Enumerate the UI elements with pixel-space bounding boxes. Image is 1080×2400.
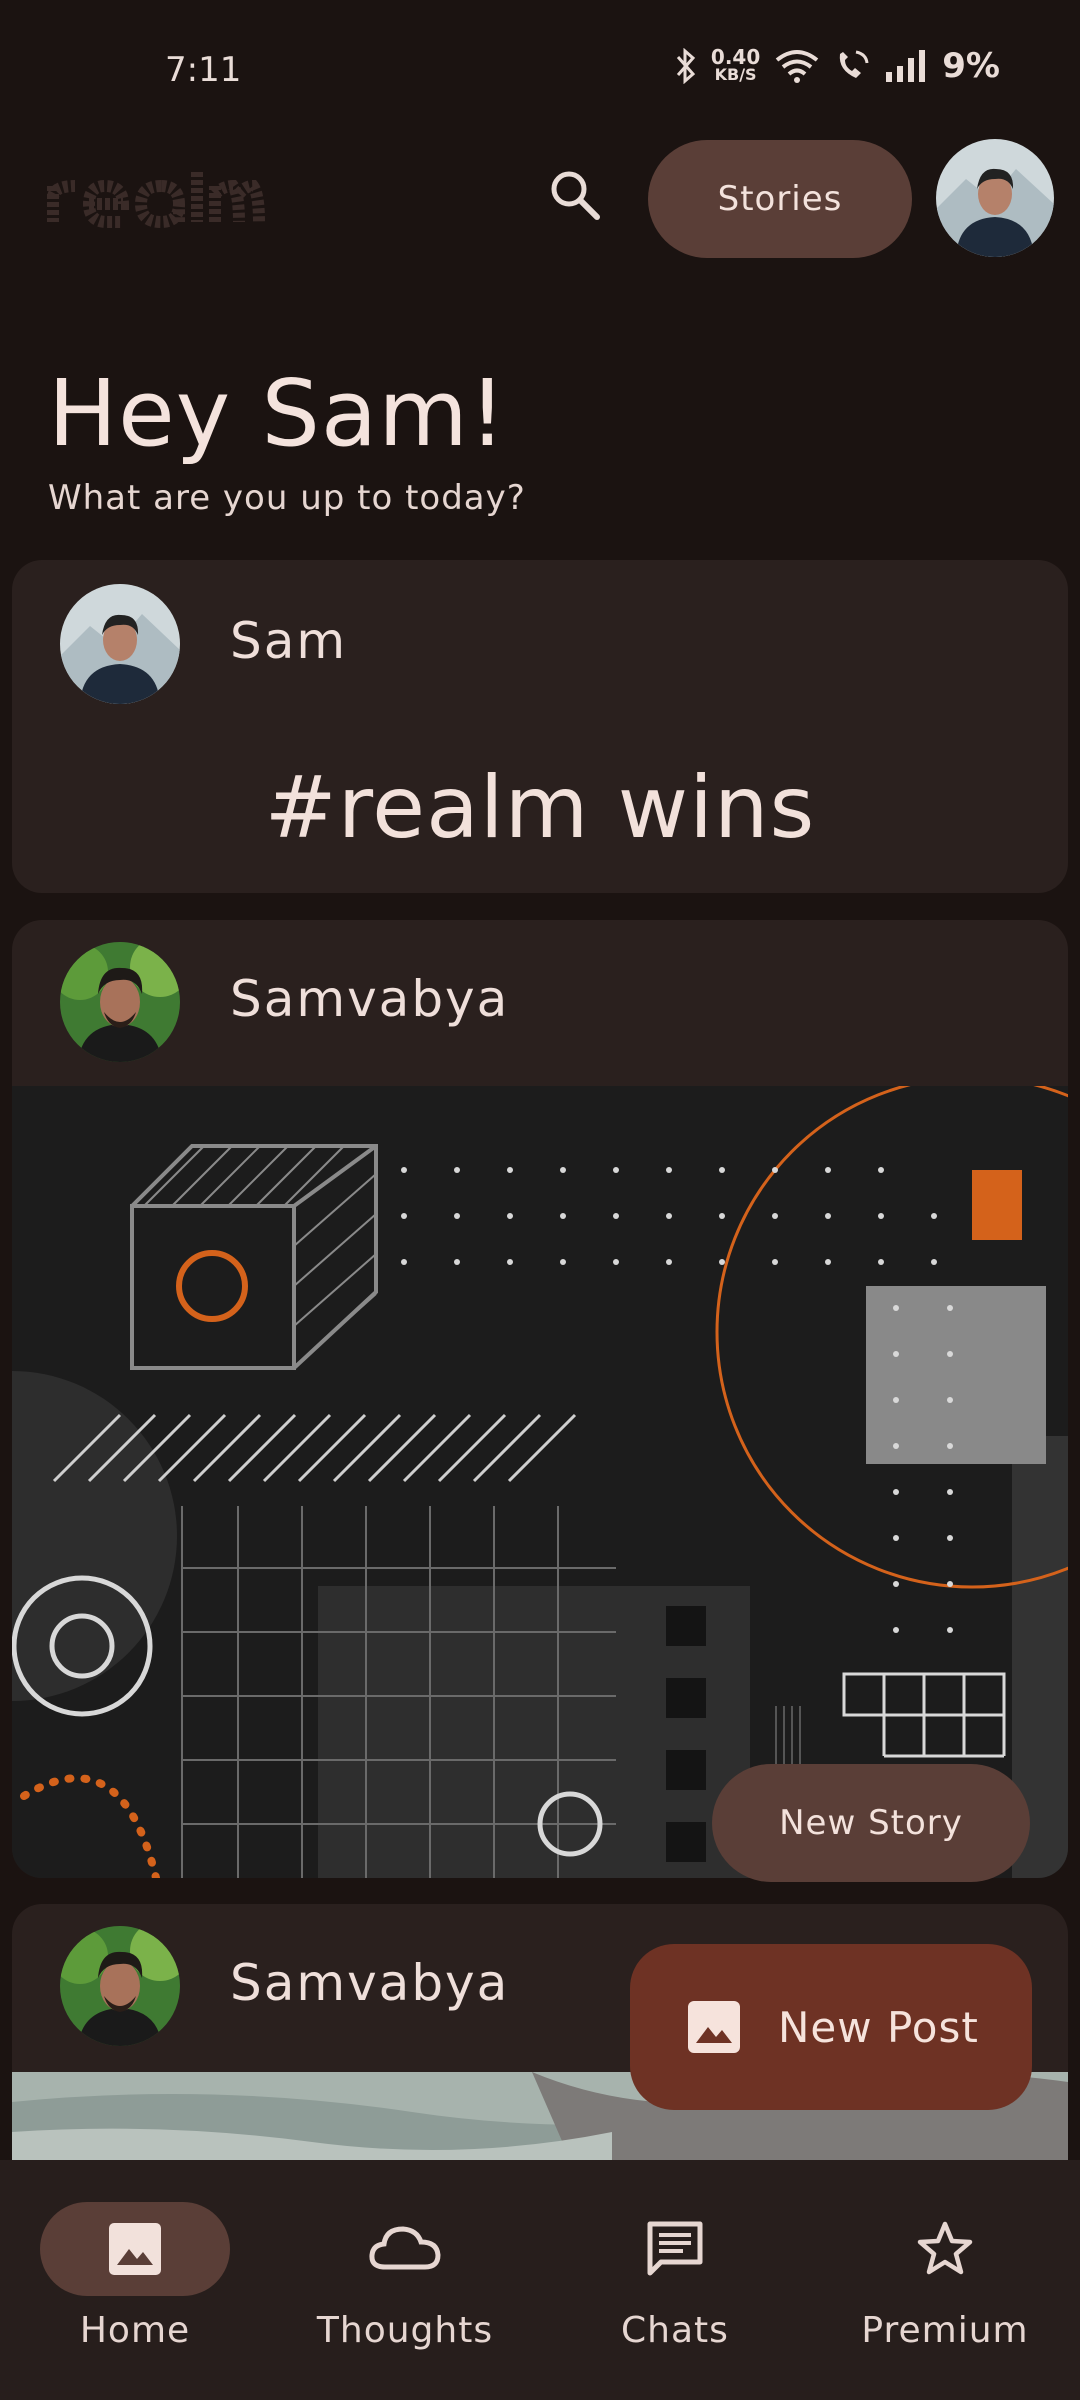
nav-chats-label: Chats [621, 2310, 729, 2351]
greeting-title: Hey Sam! [48, 360, 507, 467]
new-post-button[interactable]: New Post [630, 1944, 1032, 2110]
nav-chats[interactable]: Chats [540, 2202, 810, 2351]
author-name: Samvabya [230, 1954, 510, 2012]
nav-home-indicator [40, 2202, 230, 2296]
chat-icon [647, 2221, 703, 2276]
author-avatar[interactable] [60, 1926, 180, 2046]
author-avatar[interactable] [60, 942, 180, 1062]
bottom-navigation: Home Thoughts Chats Premium [0, 2160, 1080, 2400]
net-speed-value: 0.40 [710, 45, 761, 69]
nav-premium[interactable]: Premium [810, 2202, 1080, 2351]
nav-premium-indicator [850, 2202, 1040, 2296]
net-speed-unit: KB/S [714, 65, 757, 84]
signal-icon [886, 50, 926, 82]
battery-level: 9% [942, 46, 1000, 86]
new-story-button[interactable]: New Story [712, 1764, 1030, 1882]
nav-chats-indicator [580, 2202, 770, 2296]
status-time: 7:11 [165, 50, 242, 90]
image-icon [688, 2001, 740, 2053]
new-post-label: New Post [778, 2002, 979, 2052]
nav-thoughts[interactable]: Thoughts [270, 2202, 540, 2351]
nav-home[interactable]: Home [0, 2202, 270, 2351]
post-artwork[interactable] [12, 1086, 1068, 1878]
nav-thoughts-indicator [310, 2202, 500, 2296]
nav-premium-label: Premium [861, 2310, 1029, 2351]
wifi-icon [776, 50, 819, 83]
post-card[interactable]: Samvabya [12, 920, 1068, 1878]
post-card[interactable]: Sam #realm wins [12, 560, 1068, 893]
cloud-icon [369, 2226, 441, 2270]
bluetooth-icon [676, 48, 696, 84]
profile-avatar[interactable] [936, 139, 1054, 257]
wifi-call-icon [840, 50, 869, 78]
star-icon [917, 2221, 973, 2275]
network-speed: 0.40 KB/S [710, 45, 761, 84]
image-icon [109, 2223, 161, 2275]
nav-thoughts-label: Thoughts [316, 2310, 494, 2351]
stories-button[interactable]: Stories [648, 140, 912, 258]
author-name: Sam [230, 612, 348, 670]
system-icons: 0.40 KB/S 9% [675, 46, 1000, 86]
search-button[interactable] [540, 160, 610, 230]
search-icon [551, 171, 600, 220]
post-text: #realm wins [264, 758, 816, 858]
realm-logo: realm [45, 168, 265, 232]
status-bar: 7:11 0.40 KB/S 9% [0, 0, 1080, 140]
author-avatar[interactable] [60, 584, 180, 704]
nav-home-label: Home [79, 2310, 191, 2351]
greeting-subtitle: What are you up to today? [48, 478, 526, 518]
author-name: Samvabya [230, 970, 510, 1028]
